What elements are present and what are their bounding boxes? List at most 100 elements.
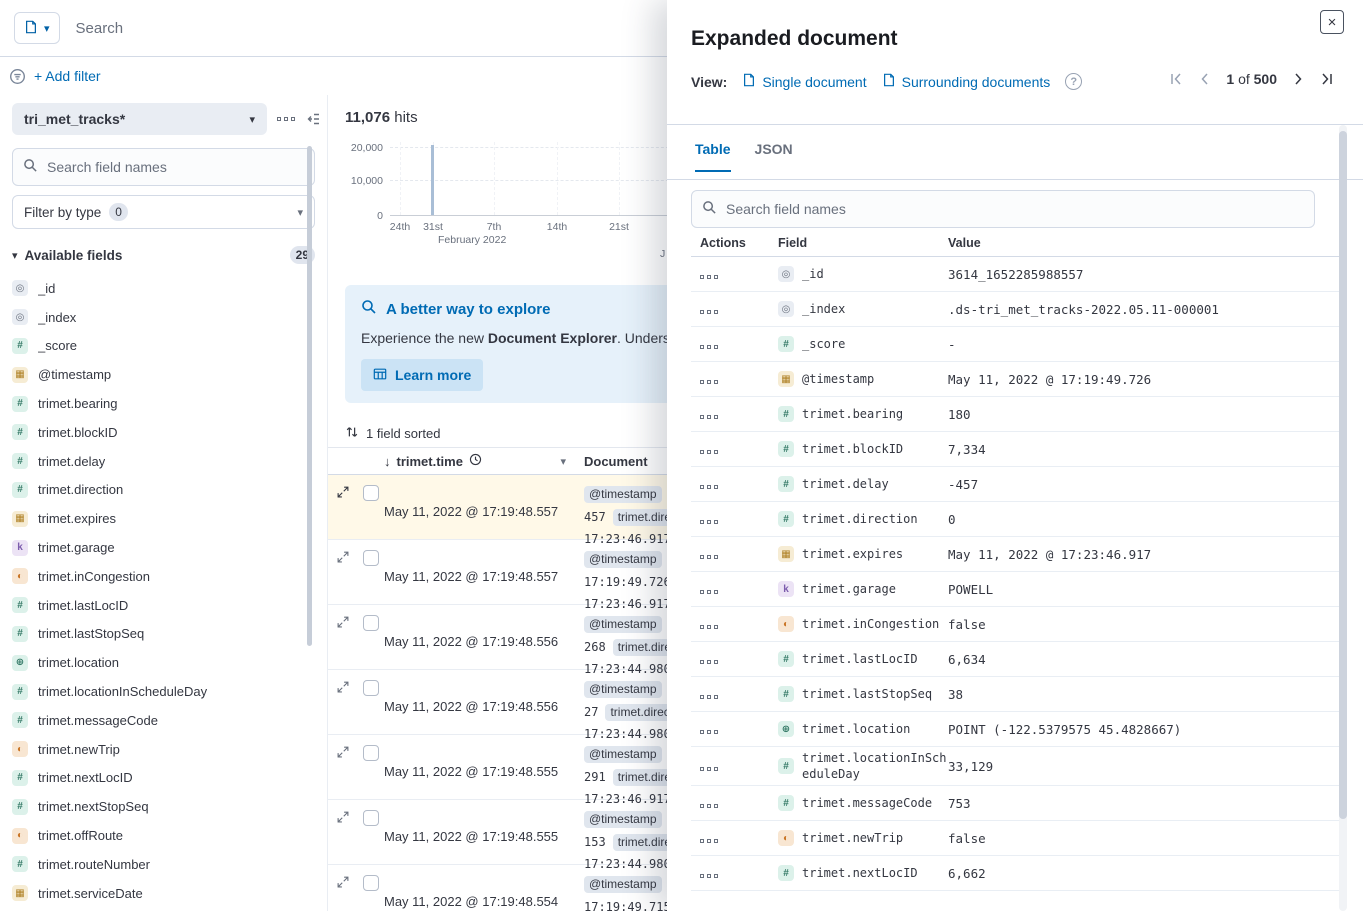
- field-list-item[interactable]: #trimet.direction: [12, 476, 315, 505]
- doc-field-row: #trimet.delay -457: [691, 467, 1341, 502]
- first-page-icon[interactable]: [1168, 71, 1184, 87]
- row-checkbox[interactable]: [363, 810, 379, 826]
- add-filter-button[interactable]: + Add filter: [34, 68, 101, 84]
- chevron-down-icon: ▾: [249, 113, 255, 126]
- histogram-bar[interactable]: [431, 145, 434, 215]
- expand-document-icon[interactable]: [337, 681, 349, 734]
- field-list-item[interactable]: #trimet.routeNumber: [12, 850, 315, 879]
- next-page-icon[interactable]: [1290, 71, 1306, 87]
- collapse-sidebar-icon[interactable]: [305, 111, 321, 127]
- row-actions-icon[interactable]: [700, 804, 718, 808]
- close-icon[interactable]: ×: [1320, 10, 1344, 34]
- row-actions-icon[interactable]: [700, 310, 718, 314]
- learn-more-button[interactable]: Learn more: [361, 359, 483, 391]
- row-actions-icon[interactable]: [700, 345, 718, 349]
- row-checkbox[interactable]: [363, 745, 379, 761]
- field-value-text: 17:23:44.980: [584, 857, 671, 871]
- search-input[interactable]: Search: [76, 20, 124, 37]
- field-list-item[interactable]: #trimet.bearing: [12, 389, 315, 418]
- row-actions-icon[interactable]: [700, 730, 718, 734]
- sidebar-scrollbar[interactable]: [307, 146, 312, 646]
- flyout-scrollbar-thumb[interactable]: [1339, 131, 1347, 819]
- filter-by-type-button[interactable]: Filter by type 0 ▾: [12, 195, 315, 229]
- field-list-item[interactable]: #trimet.nextStopSeq: [12, 792, 315, 821]
- row-actions-icon[interactable]: [700, 450, 718, 454]
- field-list-item[interactable]: ◐trimet.newTrip: [12, 735, 315, 764]
- tab-table[interactable]: Table: [695, 141, 731, 172]
- index-options-icon[interactable]: [277, 117, 295, 121]
- column-menu-icon[interactable]: ▾: [560, 455, 566, 468]
- flyout-field-search-input[interactable]: Search field names: [691, 190, 1315, 228]
- geo-point-field-icon: ⊕: [12, 655, 28, 671]
- row-actions-icon[interactable]: [700, 485, 718, 489]
- field-list-item[interactable]: ktrimet.garage: [12, 533, 315, 562]
- row-checkbox[interactable]: [363, 875, 379, 891]
- row-actions-icon[interactable]: [700, 695, 718, 699]
- available-fields-header[interactable]: ▾ Available fields 29: [12, 246, 315, 264]
- expand-document-icon[interactable]: [337, 551, 349, 604]
- index-pattern-selector[interactable]: tri_met_tracks* ▾: [12, 103, 267, 135]
- field-list-item[interactable]: #trimet.blockID: [12, 418, 315, 447]
- previous-page-icon[interactable]: [1197, 71, 1213, 87]
- row-actions-icon[interactable]: [700, 380, 718, 384]
- field-list-item[interactable]: ◎_index: [12, 303, 315, 332]
- field-list-item[interactable]: ◎_id: [12, 274, 315, 303]
- expand-document-icon[interactable]: [337, 746, 349, 799]
- last-page-icon[interactable]: [1319, 71, 1335, 87]
- boolean-field-icon: ◐: [778, 616, 794, 632]
- filter-menu-icon[interactable]: [9, 68, 26, 85]
- row-actions-icon[interactable]: [700, 520, 718, 524]
- single-document-link[interactable]: Single document: [742, 73, 866, 90]
- field-list-item[interactable]: #_score: [12, 332, 315, 361]
- number-field-icon: #: [12, 453, 28, 469]
- row-actions-icon[interactable]: [700, 590, 718, 594]
- field-name: trimet.locationInScheduleDay: [802, 750, 948, 782]
- y-axis-label: 0: [345, 210, 383, 222]
- query-menu-button[interactable]: ▾: [14, 12, 60, 44]
- field-list-item[interactable]: ▦trimet.serviceDate: [12, 879, 315, 908]
- field-value: 180: [948, 407, 1341, 422]
- field-list-item[interactable]: #trimet.locationInScheduleDay: [12, 677, 315, 706]
- row-actions-icon[interactable]: [700, 839, 718, 843]
- doc-field-row: #trimet.direction 0: [691, 502, 1341, 537]
- row-checkbox[interactable]: [363, 615, 379, 631]
- row-actions-icon[interactable]: [700, 555, 718, 559]
- sorted-fields-button[interactable]: 1 field sorted: [345, 425, 440, 442]
- field-list-item[interactable]: ◐trimet.offRoute: [12, 821, 315, 850]
- keyword-field-icon: k: [12, 540, 28, 556]
- row-actions-icon[interactable]: [700, 874, 718, 878]
- field-list-item[interactable]: ◐trimet.inCongestion: [12, 562, 315, 591]
- help-icon[interactable]: ?: [1065, 73, 1082, 90]
- row-checkbox[interactable]: [363, 485, 379, 501]
- field-list-item[interactable]: ⊕trimet.location: [12, 648, 315, 677]
- time-column-header[interactable]: ↓ trimet.time ▾: [384, 453, 574, 469]
- date-field-icon: ▦: [778, 371, 794, 387]
- row-actions-icon[interactable]: [700, 767, 718, 771]
- number-field-icon: #: [12, 799, 28, 815]
- date-field-icon: ▦: [12, 367, 28, 383]
- field-list-item[interactable]: #trimet.nextLocID: [12, 764, 315, 793]
- row-actions-icon[interactable]: [700, 275, 718, 279]
- field-list-item[interactable]: #trimet.lastLocID: [12, 591, 315, 620]
- number-field-icon: #: [12, 856, 28, 872]
- field-list-item[interactable]: #trimet.delay: [12, 447, 315, 476]
- expand-document-icon[interactable]: [337, 876, 349, 911]
- field-list-item[interactable]: #trimet.lastStopSeq: [12, 620, 315, 649]
- field-list-item[interactable]: ▦trimet.expires: [12, 504, 315, 533]
- row-actions-icon[interactable]: [700, 660, 718, 664]
- row-actions-icon[interactable]: [700, 415, 718, 419]
- row-checkbox[interactable]: [363, 550, 379, 566]
- row-checkbox[interactable]: [363, 680, 379, 696]
- expand-document-icon[interactable]: [337, 616, 349, 669]
- surrounding-documents-link[interactable]: Surrounding documents: [882, 73, 1051, 90]
- expand-document-icon[interactable]: [337, 811, 349, 864]
- row-actions-icon[interactable]: [700, 625, 718, 629]
- field-value-text: 17:19:49.726: [584, 575, 671, 589]
- tab-json[interactable]: JSON: [755, 141, 793, 172]
- field-list-item[interactable]: #trimet.messageCode: [12, 706, 315, 735]
- field-search-input[interactable]: Search field names: [12, 148, 315, 186]
- number-field-icon: #: [12, 770, 28, 786]
- doc-field-row: ◎_id 3614_1652285988557: [691, 257, 1341, 292]
- field-list-item[interactable]: ▦@timestamp: [12, 360, 315, 389]
- expand-document-icon[interactable]: [337, 486, 349, 539]
